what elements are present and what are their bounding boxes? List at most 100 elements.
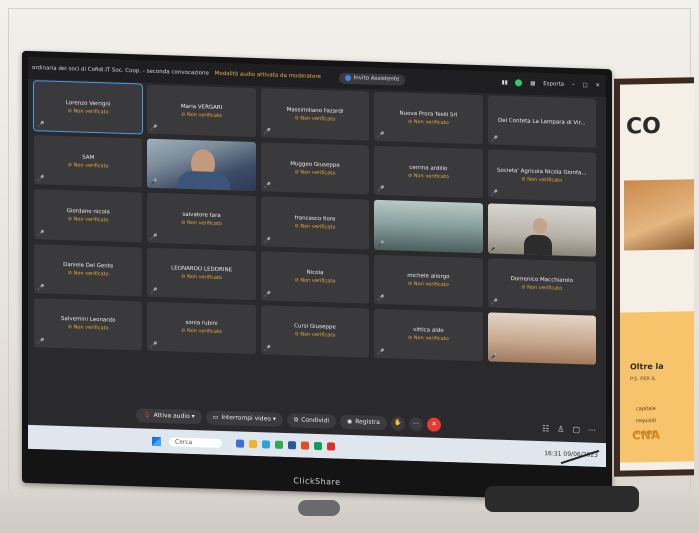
raise-hand-button[interactable]: ✋ (390, 416, 405, 431)
poster-photo (624, 179, 694, 251)
word-icon[interactable] (288, 441, 297, 450)
maximize-icon[interactable]: □ (582, 74, 587, 96)
participant-tile[interactable]: Daniele Del Gente ⊘ Non verificato 🎤 (34, 243, 143, 297)
participant-tile[interactable]: Muggeo Giuseppe ⊘ Non verificato 🎤 (260, 142, 370, 195)
mic-muted-icon: 🎤 (263, 290, 272, 299)
share-icon: ⧉ (293, 416, 299, 424)
windows-start-icon[interactable] (152, 436, 161, 446)
mic-muted-icon: 🎤 (37, 229, 45, 237)
empty-grid-cell (147, 355, 255, 408)
participant-tile[interactable]: Giordano nicola ⊘ Non verificato 🎤 (34, 189, 143, 243)
share-button[interactable]: ⧉ Condividi (286, 413, 337, 429)
participant-name: LEONARDO LEDDRINE (171, 265, 233, 274)
mic-muted-icon: 🎤 (377, 348, 385, 356)
participant-tile[interactable]: SAM ⊘ Non verificato 🎤 (34, 135, 143, 188)
participant-name: Nuova Prora Tesili Srl (399, 110, 458, 118)
participant-tile[interactable]: LEONARDO LEDDRINE ⊘ Non verificato 🎤 (147, 247, 256, 300)
participant-tile[interactable]: 🎤 (147, 138, 256, 192)
participant-tile[interactable]: Maria VERGARI ⊘ Non verificato 🎤 (147, 84, 256, 138)
participant-tile[interactable]: francesco fiore ⊘ Non verificato 🎤 (260, 196, 370, 250)
participant-status: ⊘ Non verificato (67, 161, 109, 170)
mic-muted-icon: 🎤 (37, 283, 45, 292)
wall-poster: CO Oltre la P.S. PER IL capitale requisi… (614, 77, 694, 477)
meeting-window: ordinaria dei soci di Cofidi.IT Soc. Coo… (28, 56, 606, 468)
participant-tile[interactable]: Domenico Macchiarolo ⊘ Non verificato 🎤 (487, 257, 596, 311)
chat-icon[interactable]: ▢ (572, 425, 580, 434)
participant-tile[interactable]: michele aliorgo ⊘ Non verificato 🎤 (374, 254, 483, 307)
app-icon[interactable] (236, 439, 245, 448)
mic-muted-icon: 🎤 (37, 175, 45, 183)
mic-muted-icon: 🎤 (150, 179, 158, 187)
audio-button[interactable]: 🎙 Attiva audio ▾ (136, 408, 202, 425)
poster-bullet: capitale (636, 405, 656, 413)
participant-tile[interactable]: Nuova Prora Tesili Srl ⊘ Non verificato 🎤 (374, 91, 483, 145)
mic-muted-icon: 🎤 (150, 287, 158, 295)
app-icon[interactable] (301, 441, 310, 450)
end-call-button[interactable]: ✕ (426, 417, 441, 432)
participant-name: Societa' Agricola Nicola Gionfa... (497, 167, 587, 177)
close-icon[interactable]: ✕ (595, 75, 600, 97)
participant-tile[interactable]: Societa' Agricola Nicola Gionfa... ⊘ Non … (487, 149, 596, 203)
participant-status: ⊘ Non verificato (67, 216, 109, 224)
minimize-icon[interactable]: – (572, 74, 575, 96)
participant-tile[interactable]: Massimiliano Fazardi ⊘ Non verificato 🎤 (260, 88, 370, 141)
participant-status: ⊘ Non verificato (181, 219, 222, 227)
mic-muted-icon: 🎤 (37, 121, 45, 129)
poster-subline: P.S. PER IL (630, 375, 656, 383)
video-button[interactable]: ▭ Interrompi video ▾ (205, 410, 283, 427)
host-pill[interactable]: Invito Assistente (338, 72, 406, 86)
mic-muted-icon: 🎤 (150, 341, 158, 349)
meeting-title: ordinaria dei soci di Cofidi.IT Soc. Coo… (32, 65, 209, 77)
participant-status: ⊘ Non verificato (294, 223, 336, 231)
participant-tile[interactable]: 🎤 (374, 200, 483, 253)
empty-grid-cell (374, 363, 482, 416)
toolbar-right: ☷ ♙ ▢ ⋯ (542, 424, 596, 435)
app-icon[interactable] (314, 441, 323, 451)
participant-name: vittica aldo (413, 327, 444, 335)
people-icon[interactable]: ♙ (557, 424, 564, 433)
record-button[interactable]: ◉ Registra (340, 414, 387, 431)
mic-muted-icon: 🎤 (263, 182, 272, 190)
mic-muted-icon: 🎤 (490, 189, 499, 198)
participant-tile[interactable]: cerrina ardillo ⊘ Non verificato 🎤 (374, 145, 483, 199)
participant-status: ⊘ Non verificato (67, 324, 109, 332)
participant-name: salvatore tara (182, 211, 221, 219)
mic-muted-icon: 🎤 (377, 186, 385, 194)
participant-tile[interactable]: Salvemini Leonardo ⊘ Non verificato 🎤 (34, 297, 143, 351)
participant-body (524, 234, 553, 257)
view-button[interactable]: Esporta (543, 73, 564, 96)
participant-status: ⊘ Non verificato (181, 327, 222, 336)
taskbar-search[interactable]: Cerca (169, 436, 223, 448)
mic-muted-icon: 🎤 (37, 338, 45, 346)
participant-status: ⊘ Non verificato (294, 277, 336, 285)
chrome-icon[interactable] (275, 440, 284, 449)
folder-icon[interactable] (249, 439, 258, 449)
participant-tile[interactable]: sonia rubini ⊘ Non verificato 🎤 (147, 301, 256, 354)
mic-muted-icon: 🎤 (377, 240, 385, 248)
participants-icon[interactable]: ☷ (542, 424, 549, 433)
edge-icon[interactable] (262, 440, 271, 449)
participant-tile[interactable]: Cursi Giuseppe ⊘ Non verificato 🎤 (260, 304, 370, 358)
more-icon[interactable]: ⋯ (588, 425, 596, 434)
participant-body (177, 170, 230, 192)
camera-icon: ▭ (212, 413, 219, 421)
participant-tile[interactable]: Nicola ⊘ Non verificato 🎤 (260, 250, 370, 304)
participant-tile[interactable]: Del Conteta La Lampara di Vir... 🎤 (487, 95, 596, 148)
participant-face (533, 217, 548, 234)
participant-status: ⊘ Non verificato (67, 107, 109, 116)
participant-tile[interactable]: salvatore tara ⊘ Non verificato 🎤 (147, 192, 256, 246)
mic-muted-icon: 🎤 (490, 243, 499, 252)
participant-name: Salvemini Leonardo (61, 316, 116, 324)
more-button[interactable]: ⋯ (408, 416, 423, 432)
grid-view-icon[interactable]: ▦ (530, 73, 535, 95)
taskbar-apps (236, 439, 336, 451)
participant-tile[interactable]: 🎤 (487, 312, 596, 365)
app-icon[interactable] (327, 442, 336, 451)
mic-muted-icon: 🎤 (490, 135, 499, 143)
participant-tile[interactable]: 🎤 (487, 203, 596, 257)
participant-status: ⊘ Non verificato (407, 172, 449, 180)
participant-tile[interactable]: Lorenzo Verrigni ⊘ Non verificato 🎤 (32, 80, 144, 135)
participant-tile[interactable]: vittica aldo ⊘ Non verificato 🎤 (374, 308, 483, 362)
participant-name: Del Conteta La Lampara di Vir... (498, 117, 586, 127)
participant-status: ⊘ Non verificato (407, 335, 449, 343)
